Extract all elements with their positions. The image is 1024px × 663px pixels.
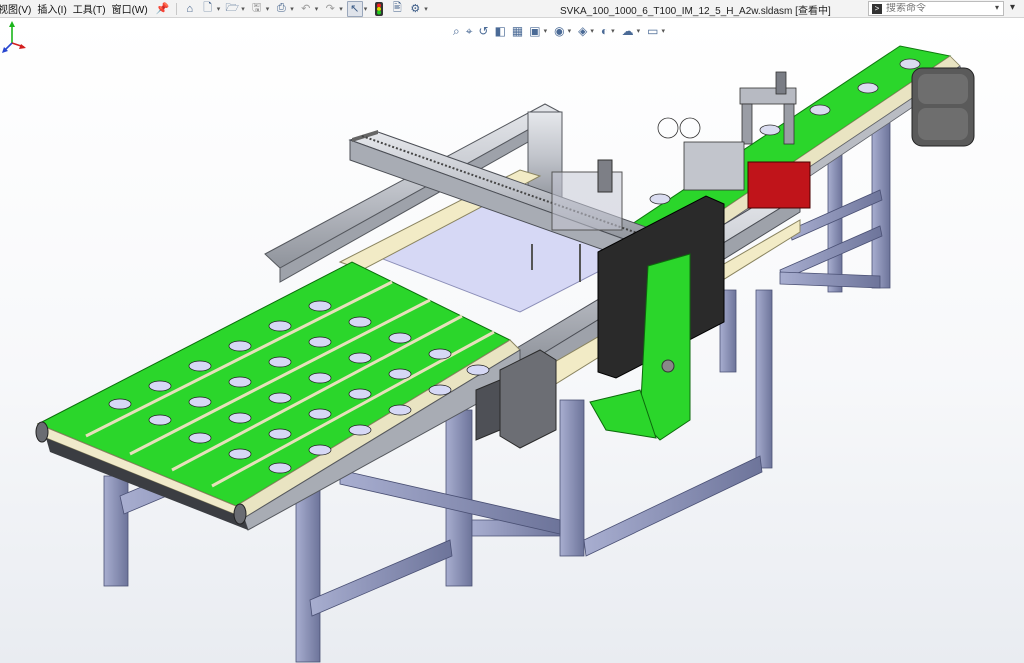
edit-appearance-icon[interactable]: ◐ [601, 24, 608, 38]
hide-show-icon[interactable]: ◈ [578, 24, 587, 38]
command-manager-bar: 视图(V) 插入(I) 工具(T) 窗口(W) 📌 ⌂ 🗋 ▾ 🗁 ▾ 🖫 ▾ … [0, 0, 1024, 18]
redo-dropdown-caret-icon[interactable]: ▾ [339, 5, 343, 13]
menu-view[interactable]: 视图(V) [0, 1, 37, 16]
undo-icon[interactable]: ↶ [298, 1, 314, 17]
menu-window[interactable]: 窗口(W) [112, 1, 154, 16]
dynamic-annotation-icon[interactable]: ▦ [512, 24, 523, 38]
display-style-caret-icon[interactable]: ▾ [568, 27, 572, 35]
command-prompt-icon: > [872, 3, 882, 14]
print-dropdown-caret-icon[interactable]: ▾ [290, 5, 294, 13]
zoom-to-fit-icon[interactable]: ⌕ [453, 24, 460, 39]
previous-view-icon[interactable]: ↺ [479, 24, 489, 38]
menu-tools[interactable]: 工具(T) [73, 1, 112, 16]
select-dropdown-caret-icon[interactable]: ▾ [364, 5, 368, 13]
view-settings-icon[interactable]: ▭ [647, 24, 658, 38]
scene-icon[interactable]: ☁ [622, 24, 634, 38]
search-input[interactable] [886, 3, 978, 14]
redo-icon[interactable]: ↷ [322, 1, 338, 17]
options-gear-icon[interactable]: ⚙ [407, 1, 423, 17]
view-orientation-caret-icon[interactable]: ▾ [544, 27, 548, 35]
heads-up-view-toolbar: ⌕ ⌖ ↺ ◧ ▦ ▣ ▾ ◉ ▾ ◈ ▾ ◐ ▾ ☁ ▾ ▭ ▾ [450, 22, 669, 40]
assembly-model [35, 45, 975, 663]
save-dropdown-caret-icon[interactable]: ▾ [266, 5, 270, 13]
document-title: SVKA_100_1000_6_T100_IM_12_5_H_A2w.sldas… [560, 6, 831, 17]
graphics-area[interactable] [0, 19, 1024, 663]
display-style-icon[interactable]: ◉ [554, 24, 564, 38]
coordinate-triad-icon [2, 21, 26, 53]
menu-insert[interactable]: 插入(I) [37, 1, 72, 16]
view-orientation-icon[interactable]: ▣ [529, 24, 540, 38]
home-icon[interactable]: ⌂ [182, 1, 198, 17]
view-settings-caret-icon[interactable]: ▾ [661, 27, 665, 35]
red-block [747, 161, 811, 209]
toolbar-separator [175, 2, 177, 15]
options-dropdown-caret-icon[interactable]: ▾ [424, 5, 428, 13]
hide-show-caret-icon[interactable]: ▾ [590, 27, 594, 35]
search-commands-box[interactable]: > ▾ [868, 1, 1004, 16]
zoom-area-icon[interactable]: ⌖ [466, 24, 473, 39]
print-icon[interactable]: ⎙ [273, 1, 289, 17]
new-dropdown-caret-icon[interactable]: ▾ [217, 5, 221, 13]
rebuild-traffic-light-icon[interactable] [371, 1, 387, 17]
select-arrow-icon[interactable]: ↖ [346, 0, 363, 17]
new-document-icon[interactable]: 🗋 [200, 1, 216, 17]
edit-appearance-caret-icon[interactable]: ▾ [611, 27, 615, 35]
open-dropdown-caret-icon[interactable]: ▾ [241, 5, 245, 13]
scene-caret-icon[interactable]: ▾ [637, 27, 641, 35]
save-icon[interactable]: 🖫 [249, 1, 265, 17]
open-folder-icon[interactable]: 🗁 [224, 1, 240, 17]
section-view-icon[interactable]: ◧ [495, 24, 506, 38]
help-caret-icon[interactable]: ▾ [1010, 2, 1015, 13]
pin-icon[interactable]: 📌 [155, 1, 171, 17]
file-properties-icon[interactable]: 🖹 [389, 1, 405, 17]
undo-dropdown-caret-icon[interactable]: ▾ [315, 5, 319, 13]
search-dropdown-caret-icon[interactable]: ▾ [995, 3, 999, 12]
